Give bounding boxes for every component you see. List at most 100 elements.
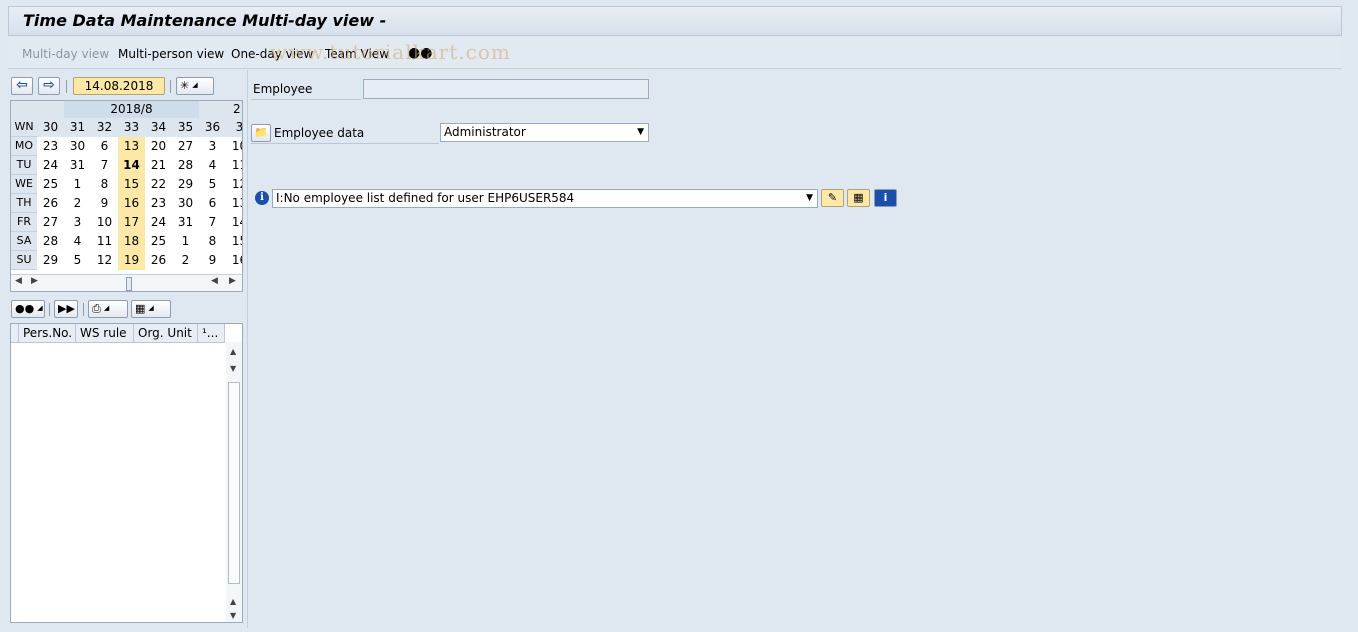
employee-field[interactable] [363, 79, 649, 99]
edit-button[interactable]: ✎ [821, 189, 844, 207]
team-view-button[interactable]: Team View [325, 47, 389, 61]
calendar-day[interactable]: 27 [172, 137, 199, 156]
calendar-day[interactable]: 29 [37, 251, 64, 270]
scroll-left-icon[interactable]: ◀ [15, 276, 22, 286]
calendar-day[interactable]: 9 [91, 194, 118, 213]
next-button[interactable]: ⇨ [38, 77, 60, 95]
message-list-button[interactable]: ▦ [847, 189, 870, 207]
calendar-day[interactable]: 11 [226, 156, 242, 175]
calendar-day[interactable]: 21 [145, 156, 172, 175]
calendar-scrollbar[interactable]: ◀ ▶ ◀ ▶ [11, 274, 242, 291]
employee-data-button[interactable]: 📁 [251, 124, 271, 142]
calendar-day[interactable]: 26 [37, 194, 64, 213]
people-icon[interactable]: ●● [408, 45, 432, 61]
calendar-day[interactable]: 5 [199, 175, 226, 194]
calendar-day[interactable]: 30 [172, 194, 199, 213]
calendar-day[interactable]: 25 [145, 232, 172, 251]
calendar-day[interactable]: 8 [199, 232, 226, 251]
week-number[interactable]: 34 [145, 118, 172, 137]
column-header-org-unit[interactable]: Org. Unit [134, 324, 198, 342]
calendar-day[interactable]: 12 [226, 175, 242, 194]
calendar-day[interactable]: 15 [118, 175, 145, 194]
employee-search-button[interactable]: ●● ◢ [11, 300, 45, 318]
calendar-day[interactable]: 25 [37, 175, 64, 194]
vertical-scrollbar[interactable]: ▲ ▼ ▲ ▼ [226, 342, 242, 622]
scroll-thumb[interactable] [126, 277, 132, 291]
week-number[interactable]: 32 [91, 118, 118, 137]
scroll-up-icon[interactable]: ▲ [230, 347, 236, 356]
scroll-down-icon[interactable]: ▼ [230, 364, 236, 373]
row-selector-header[interactable] [11, 324, 19, 342]
calendar-day[interactable]: 15 [226, 232, 242, 251]
calendar-day[interactable]: 28 [172, 156, 199, 175]
calendar-day[interactable]: 5 [64, 251, 91, 270]
calendar-day[interactable]: 24 [37, 156, 64, 175]
calendar-day[interactable]: 12 [91, 251, 118, 270]
week-number[interactable]: 36 [199, 118, 226, 137]
week-number[interactable]: 33 [118, 118, 145, 137]
scroll-right-icon[interactable]: ▶ [31, 276, 38, 286]
message-select[interactable]: I:No employee list defined for user EHP6… [272, 189, 818, 208]
calendar-day[interactable]: 7 [199, 213, 226, 232]
week-number[interactable]: 30 [37, 118, 64, 137]
calendar-day[interactable]: 16 [226, 251, 242, 270]
calendar-day[interactable]: 7 [91, 156, 118, 175]
multi-day-view-button[interactable]: Multi-day view [22, 47, 109, 61]
calendar-day[interactable]: 28 [37, 232, 64, 251]
layout-button[interactable]: ▦ ◢ [131, 300, 171, 318]
week-number[interactable]: 3 [226, 118, 242, 137]
calendar-day[interactable]: 11 [91, 232, 118, 251]
calendar-day[interactable]: 29 [172, 175, 199, 194]
scroll-left-icon[interactable]: ◀ [211, 276, 218, 286]
calendar-day[interactable]: 6 [91, 137, 118, 156]
calendar-day[interactable]: 4 [199, 156, 226, 175]
week-number[interactable]: 31 [64, 118, 91, 137]
calendar-day[interactable]: 31 [64, 156, 91, 175]
calendar-day[interactable]: 20 [145, 137, 172, 156]
calendar-day[interactable]: 13 [118, 137, 145, 156]
calendar-day[interactable]: 4 [64, 232, 91, 251]
calendar-day[interactable]: 18 [118, 232, 145, 251]
calendar-day[interactable]: 1 [172, 232, 199, 251]
column-header-pers-no[interactable]: Pers.No. [19, 324, 76, 342]
calendar-day[interactable]: 23 [37, 137, 64, 156]
calendar-day[interactable]: 31 [172, 213, 199, 232]
calendar-day[interactable]: 1 [64, 175, 91, 194]
calendar-day[interactable]: 14 [118, 156, 145, 175]
week-number[interactable]: 35 [172, 118, 199, 137]
calendar-day[interactable]: 2 [64, 194, 91, 213]
employee-data-select[interactable]: Administrator ▼ [440, 123, 649, 142]
info-button[interactable]: i [874, 189, 897, 207]
execute-button[interactable]: ▶▶ [54, 300, 78, 318]
calendar-day[interactable]: 6 [199, 194, 226, 213]
calendar-day[interactable]: 23 [145, 194, 172, 213]
calendar-day[interactable]: 14 [226, 213, 242, 232]
scroll-down-icon[interactable]: ▼ [230, 611, 236, 620]
calendar-day[interactable]: 3 [199, 137, 226, 156]
calendar-day[interactable]: 10 [226, 137, 242, 156]
previous-button[interactable]: ⇦ [11, 77, 33, 95]
scroll-right-icon[interactable]: ▶ [229, 276, 236, 286]
calendar-day[interactable]: 13 [226, 194, 242, 213]
calendar-day[interactable]: 2 [172, 251, 199, 270]
calendar-day[interactable]: 3 [64, 213, 91, 232]
calendar-day[interactable]: 8 [91, 175, 118, 194]
multi-person-view-button[interactable]: Multi-person view [118, 47, 224, 61]
column-header-ws-rule[interactable]: WS rule [76, 324, 134, 342]
column-header-more[interactable]: ¹... [198, 324, 225, 342]
calendar-day[interactable]: 24 [145, 213, 172, 232]
calendar-day[interactable]: 30 [64, 137, 91, 156]
calendar-day[interactable]: 17 [118, 213, 145, 232]
scroll-up-icon[interactable]: ▲ [230, 597, 236, 606]
scroll-track[interactable] [228, 382, 240, 584]
calendar-day[interactable]: 22 [145, 175, 172, 194]
print-button[interactable]: ⎙ ◢ [88, 300, 128, 318]
calendar-day[interactable]: 27 [37, 213, 64, 232]
calendar-day[interactable]: 10 [91, 213, 118, 232]
calendar-options-button[interactable]: ✳ ◢ [176, 77, 214, 95]
calendar-day[interactable]: 26 [145, 251, 172, 270]
calendar-day[interactable]: 16 [118, 194, 145, 213]
calendar-day[interactable]: 19 [118, 251, 145, 270]
date-button[interactable]: 14.08.2018 [73, 77, 165, 95]
one-day-view-button[interactable]: One-day view [231, 47, 313, 61]
